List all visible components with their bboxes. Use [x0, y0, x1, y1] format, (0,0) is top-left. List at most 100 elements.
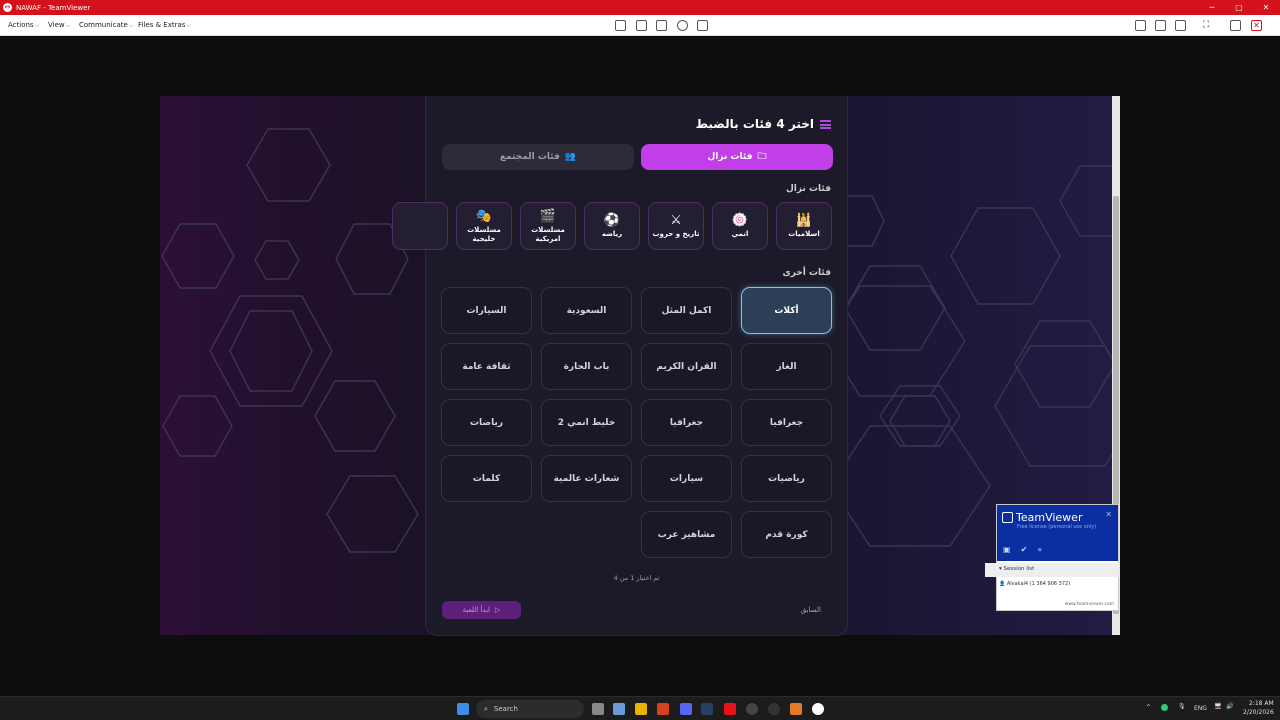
teamviewer-taskbar-icon[interactable]	[812, 703, 824, 715]
menu-view[interactable]: View⌵	[48, 21, 70, 30]
option-anime-mix-2[interactable]: خليط انمي 2	[541, 399, 632, 446]
tab-label: فئات المجتمع	[499, 152, 560, 162]
option-geography-2[interactable]: جغرافيا	[641, 399, 732, 446]
option-sports[interactable]: رياضات	[441, 399, 532, 446]
disconnect-icon[interactable]: ✕	[1251, 20, 1262, 31]
minimize-icon[interactable]: ─	[1200, 0, 1224, 15]
search-icon: ⌕	[484, 704, 488, 713]
clock-date[interactable]: 2/20/2026	[1243, 709, 1274, 716]
screen-icon[interactable]	[636, 20, 647, 31]
fit-icon[interactable]	[1230, 20, 1241, 31]
taskbar-search[interactable]: ⌕ Search	[476, 700, 584, 718]
maximize-icon[interactable]: ▢	[1227, 0, 1251, 15]
brand-text: TeamViewer	[1016, 511, 1083, 524]
tray-chevron-icon[interactable]: ^	[1146, 704, 1151, 711]
file-icon[interactable]	[1135, 20, 1146, 31]
category-american-series[interactable]: 🎬 مسلسلات امريكية	[520, 202, 576, 250]
network-icon[interactable]: 🖥	[1214, 703, 1222, 710]
start-game-button[interactable]: ابدأ اللعبة ▷	[442, 601, 521, 619]
hex-shape	[162, 395, 233, 457]
tab-nazal-categories[interactable]: فئات نزال 🗀	[641, 144, 833, 170]
menu-actions[interactable]: Actions⌵	[8, 21, 39, 30]
hex-shape	[161, 223, 235, 289]
option-general-culture[interactable]: ثقافة عامة	[441, 343, 532, 390]
option-words[interactable]: كلمات	[441, 455, 532, 502]
menu-communicate[interactable]: Communicate⌵	[79, 21, 133, 30]
steam-icon[interactable]	[701, 703, 713, 715]
screenshot-icon[interactable]	[1155, 20, 1166, 31]
page-title: اختر 4 فئات بالضبط	[695, 117, 814, 131]
brave-browser-icon[interactable]	[657, 703, 669, 715]
hex-shape	[314, 380, 396, 452]
check-icon[interactable]: ✔	[1021, 545, 1028, 554]
tab-community-categories[interactable]: فئات المجتمع 👥	[442, 144, 634, 170]
teamviewer-url[interactable]: www.teamviewer.com	[1065, 602, 1114, 607]
hex-shape	[1014, 320, 1112, 408]
widget-close-icon[interactable]: ✕	[1105, 510, 1112, 519]
category-partial[interactable]	[392, 202, 448, 250]
chat-icon[interactable]	[697, 20, 708, 31]
task-view-icon[interactable]	[592, 703, 604, 715]
files-icon[interactable]	[656, 20, 667, 31]
copy-icon[interactable]: ▣	[1003, 545, 1011, 554]
hex-shape	[246, 128, 331, 202]
monitor-icon[interactable]	[615, 20, 626, 31]
option-world-logos[interactable]: شعارات عالمية	[541, 455, 632, 502]
collapse-icon[interactable]: «	[1037, 545, 1042, 554]
volume-icon[interactable]: 🔊	[1226, 703, 1233, 710]
windows-start-icon[interactable]	[457, 703, 469, 715]
option-complete-proverb[interactable]: اكمل المثل	[641, 287, 732, 334]
fullscreen-icon[interactable]: ⛶	[1203, 20, 1214, 31]
category-label: انمي	[731, 230, 749, 238]
search-label: Search	[493, 705, 518, 713]
category-history-wars[interactable]: ⚔ تاريخ و حروب	[648, 202, 704, 250]
hex-shape	[229, 310, 313, 392]
category-label: مسلسلات امريكية	[531, 225, 565, 243]
category-label: مسلسلات خليجية	[467, 225, 501, 243]
title-bar: ↔ NAWAF - TeamViewer ─ ▢ ✕	[0, 0, 1280, 15]
list-icon	[820, 119, 831, 129]
option-quran[interactable]: القران الكريم	[641, 343, 732, 390]
language-indicator[interactable]: ENG	[1194, 705, 1207, 712]
option-bab-al-hara[interactable]: باب الحارة	[541, 343, 632, 390]
option-cars-2[interactable]: سيارات	[641, 455, 732, 502]
teamviewer-session-widget: TeamViewer Free license (personal use on…	[985, 504, 1119, 611]
hex-shape	[950, 207, 1061, 305]
option-cars[interactable]: السيارات	[441, 287, 532, 334]
record-icon[interactable]	[677, 20, 688, 31]
previous-button[interactable]: السابق	[801, 606, 821, 614]
hex-shape	[254, 240, 300, 280]
menu-files-extras[interactable]: Files & Extras⌵	[138, 21, 191, 30]
option-akalat[interactable]: أكلات	[741, 287, 832, 334]
hex-shape	[994, 345, 1112, 467]
media-icon[interactable]	[724, 703, 736, 715]
session-user[interactable]: 👤 Alvakal4 (1 364 906 372)	[999, 581, 1070, 587]
app-icon[interactable]	[746, 703, 758, 715]
discord-icon[interactable]	[680, 703, 692, 715]
option-arab-celebrities[interactable]: مشاهير عرب	[641, 511, 732, 558]
session-list-header[interactable]: ▾ Session list	[985, 563, 1119, 577]
loading-icon[interactable]	[768, 703, 780, 715]
close-icon[interactable]: ✕	[1254, 0, 1278, 15]
windows-taskbar: ⌕ Search ^ 🎙 ENG 🖥 🔊 2:18 AM 2/20/2026	[0, 696, 1280, 720]
settings-icon[interactable]	[613, 703, 625, 715]
option-football[interactable]: كورة قدم	[741, 511, 832, 558]
category-label: رياضه	[601, 230, 623, 238]
category-islamic[interactable]: 🕌 اسلاميات	[776, 202, 832, 250]
clock-time[interactable]: 2:18 AM	[1249, 700, 1274, 707]
users-icon: 👥	[564, 152, 577, 162]
file-explorer-icon[interactable]	[635, 703, 647, 715]
hex-shape	[1059, 165, 1112, 237]
zoom-icon[interactable]	[1175, 20, 1186, 31]
option-math[interactable]: رياضيات	[741, 455, 832, 502]
status-icon[interactable]	[1161, 704, 1168, 711]
option-saudi[interactable]: السعودية	[541, 287, 632, 334]
category-sports[interactable]: ⚽ رياضه	[584, 202, 640, 250]
mic-icon[interactable]: 🎙	[1178, 703, 1186, 710]
app-icon[interactable]	[790, 703, 802, 715]
option-geography[interactable]: جغرافيا	[741, 399, 832, 446]
option-riddles[interactable]: الغاز	[741, 343, 832, 390]
category-anime[interactable]: 🍥 انمي	[712, 202, 768, 250]
category-gulf-series[interactable]: 🎭 مسلسلات خليجية	[456, 202, 512, 250]
start-label: ابدأ اللعبة	[462, 606, 490, 614]
